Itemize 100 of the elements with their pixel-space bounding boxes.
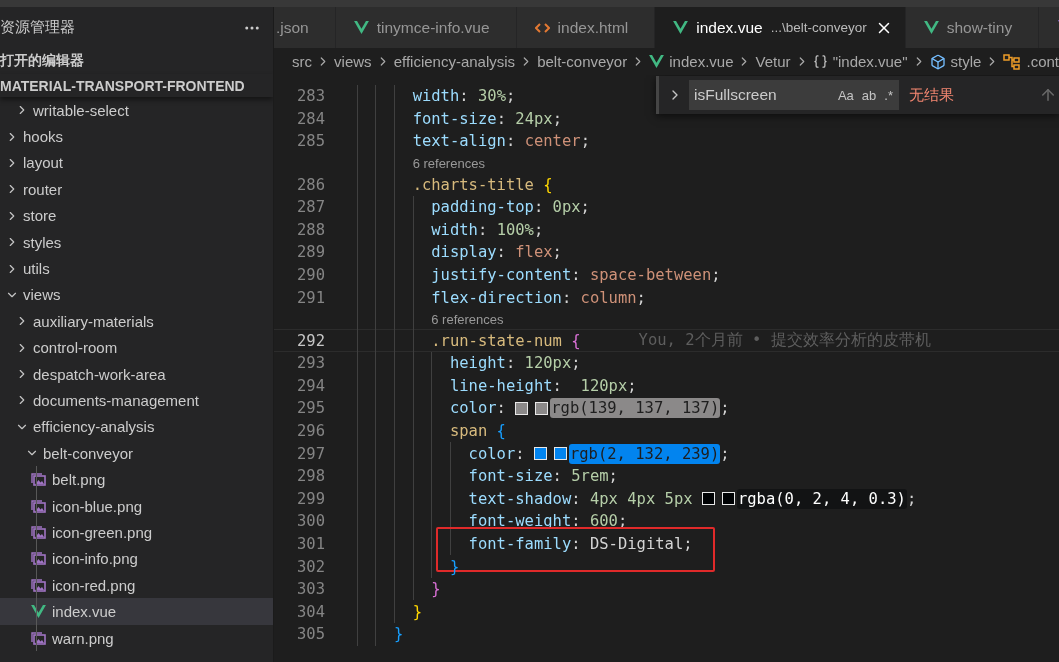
image-file-icon [31, 578, 46, 592]
line-number: 298 [296, 467, 325, 486]
line-number: 303 [296, 580, 325, 599]
project-header[interactable]: MATERIAL-TRANSPORT-FRONTEND [0, 74, 273, 97]
tree-item[interactable]: index.vue [0, 598, 273, 625]
tree-item[interactable]: icon-green.png [0, 519, 273, 546]
image-file-icon [31, 473, 46, 487]
line-number: 304 [296, 602, 325, 621]
color-value: rgb(139, 137, 137) [550, 398, 721, 419]
color-swatch-icon[interactable] [515, 401, 529, 415]
code-text: } [431, 580, 441, 599]
breadcrumb-item[interactable]: Vetur [755, 53, 791, 70]
tree-item[interactable]: writable-select [0, 97, 273, 124]
editor-tab[interactable]: .json [274, 7, 336, 48]
color-swatch-icon[interactable] [701, 492, 715, 506]
image-file-icon [31, 499, 46, 513]
code-text: display: flex; [431, 243, 562, 262]
tree-item[interactable]: views [0, 281, 273, 309]
image-file-icon [31, 552, 46, 566]
tree-item[interactable]: router [0, 176, 273, 203]
line-number: 295 [296, 399, 325, 418]
code-text: font-family: DS-Digital; [468, 535, 693, 553]
references-codelens[interactable]: 6 references [431, 311, 504, 327]
code-text: ; [906, 489, 917, 508]
vue-file-icon [353, 21, 369, 34]
search-option-toggle[interactable]: Aa [837, 87, 854, 103]
color-value: rgba(0, 2, 4, 0.3) [736, 488, 907, 509]
breadcrumb-item[interactable]: style [929, 53, 982, 70]
code-text: color: [449, 399, 507, 418]
breadcrumb-item[interactable]: "index.vue" [812, 53, 908, 70]
tree-item[interactable]: efficiency-analysis [0, 413, 273, 441]
tree-item[interactable]: belt.png [0, 466, 273, 493]
line-number: 291 [296, 288, 325, 307]
tree-item[interactable]: documents-management [0, 387, 273, 414]
line-number: 305 [296, 625, 325, 644]
line-number: 285 [296, 132, 325, 151]
code-text: flex-direction: column; [431, 288, 646, 307]
tree-item[interactable]: warn.png [0, 624, 273, 652]
tree-item[interactable]: hooks [0, 123, 273, 150]
tree-item[interactable]: store [0, 202, 273, 229]
references-codelens[interactable]: 6 references [412, 155, 485, 171]
code-text: } [412, 602, 422, 621]
code-text: height: 120px; [449, 354, 581, 373]
section-header[interactable]: 打开的编辑器 [0, 48, 273, 74]
vue-file-icon [31, 605, 46, 619]
search-option-toggle[interactable]: .* [884, 87, 893, 103]
image-file-icon [31, 525, 46, 539]
line-number: 299 [296, 489, 325, 508]
tree-item[interactable]: utils [0, 255, 273, 282]
line-number: 286 [296, 175, 325, 194]
line-number: 294 [296, 376, 325, 395]
tree-item[interactable]: icon-red.png [0, 572, 273, 599]
tree-item[interactable]: styles [0, 228, 273, 256]
code-text: span { [449, 422, 506, 440]
line-number: 301 [296, 535, 325, 553]
breadcrumb-item[interactable]: views [334, 53, 372, 70]
color-swatch-icon[interactable] [533, 447, 547, 461]
line-number: 300 [296, 512, 325, 531]
tree-item[interactable]: belt-conveyor [0, 440, 273, 467]
code-brackets-icon [534, 21, 550, 34]
code-text: justify-content: space-between; [431, 265, 721, 284]
tree-item[interactable]: icon-blue.png [0, 492, 273, 520]
breadcrumb-item[interactable]: belt-conveyor [537, 53, 628, 70]
code-text: line-height: 120px; [449, 376, 637, 395]
code-text: text-align: center; [412, 132, 590, 151]
tree-item[interactable]: despatch-work-area [0, 360, 273, 388]
editor-tab[interactable]: index.vue ...\belt-conveyor [655, 7, 906, 48]
editor-tab[interactable]: index.html [516, 7, 656, 48]
find-input[interactable]: isFullscreen Aa ab .* [689, 80, 899, 110]
code-text: text-shadow: 4px 4px 5px [468, 489, 694, 508]
color-swatch-icon[interactable] [721, 492, 735, 506]
git-blame-annotation: You, 2个月前 • 提交效率分析的皮带机 [638, 330, 931, 352]
tree-item[interactable]: icon-info.png [0, 545, 273, 573]
line-number: 288 [296, 220, 325, 239]
class-symbol-icon [1003, 53, 1022, 70]
color-swatch-icon[interactable] [553, 447, 567, 461]
code-text: font-size: 5rem; [468, 467, 618, 486]
color-value: rgb(2, 132, 239) [568, 443, 721, 464]
code-text: font-size: 24px; [412, 109, 562, 128]
color-swatch-icon[interactable] [535, 401, 549, 415]
find-result-text: 无结果 [909, 85, 954, 105]
editor-tab[interactable]: tinymce-info.vue [335, 7, 517, 48]
tree-item[interactable]: control-room [0, 334, 273, 361]
image-file-icon [31, 631, 46, 645]
line-number: 284 [296, 109, 325, 128]
editor-tab[interactable]: show-tiny [905, 7, 1040, 48]
line-number: 289 [296, 243, 325, 262]
breadcrumb-item[interactable]: efficiency-analysis [393, 53, 516, 70]
line-number: 293 [296, 354, 325, 373]
breadcrumb-item[interactable]: index.vue [649, 53, 734, 70]
cube-icon [929, 53, 946, 70]
search-option-toggle[interactable]: ab [861, 87, 877, 103]
breadcrumb-item[interactable]: src [292, 53, 312, 70]
line-number: 296 [296, 422, 325, 440]
vue-file-icon [649, 55, 665, 68]
line-number: 283 [296, 87, 325, 106]
tree-item[interactable]: layout [0, 149, 273, 177]
tree-item[interactable]: auxiliary-materials [0, 308, 273, 335]
breadcrumb-item[interactable]: .cont [1003, 53, 1059, 70]
code-text: } [393, 625, 404, 644]
